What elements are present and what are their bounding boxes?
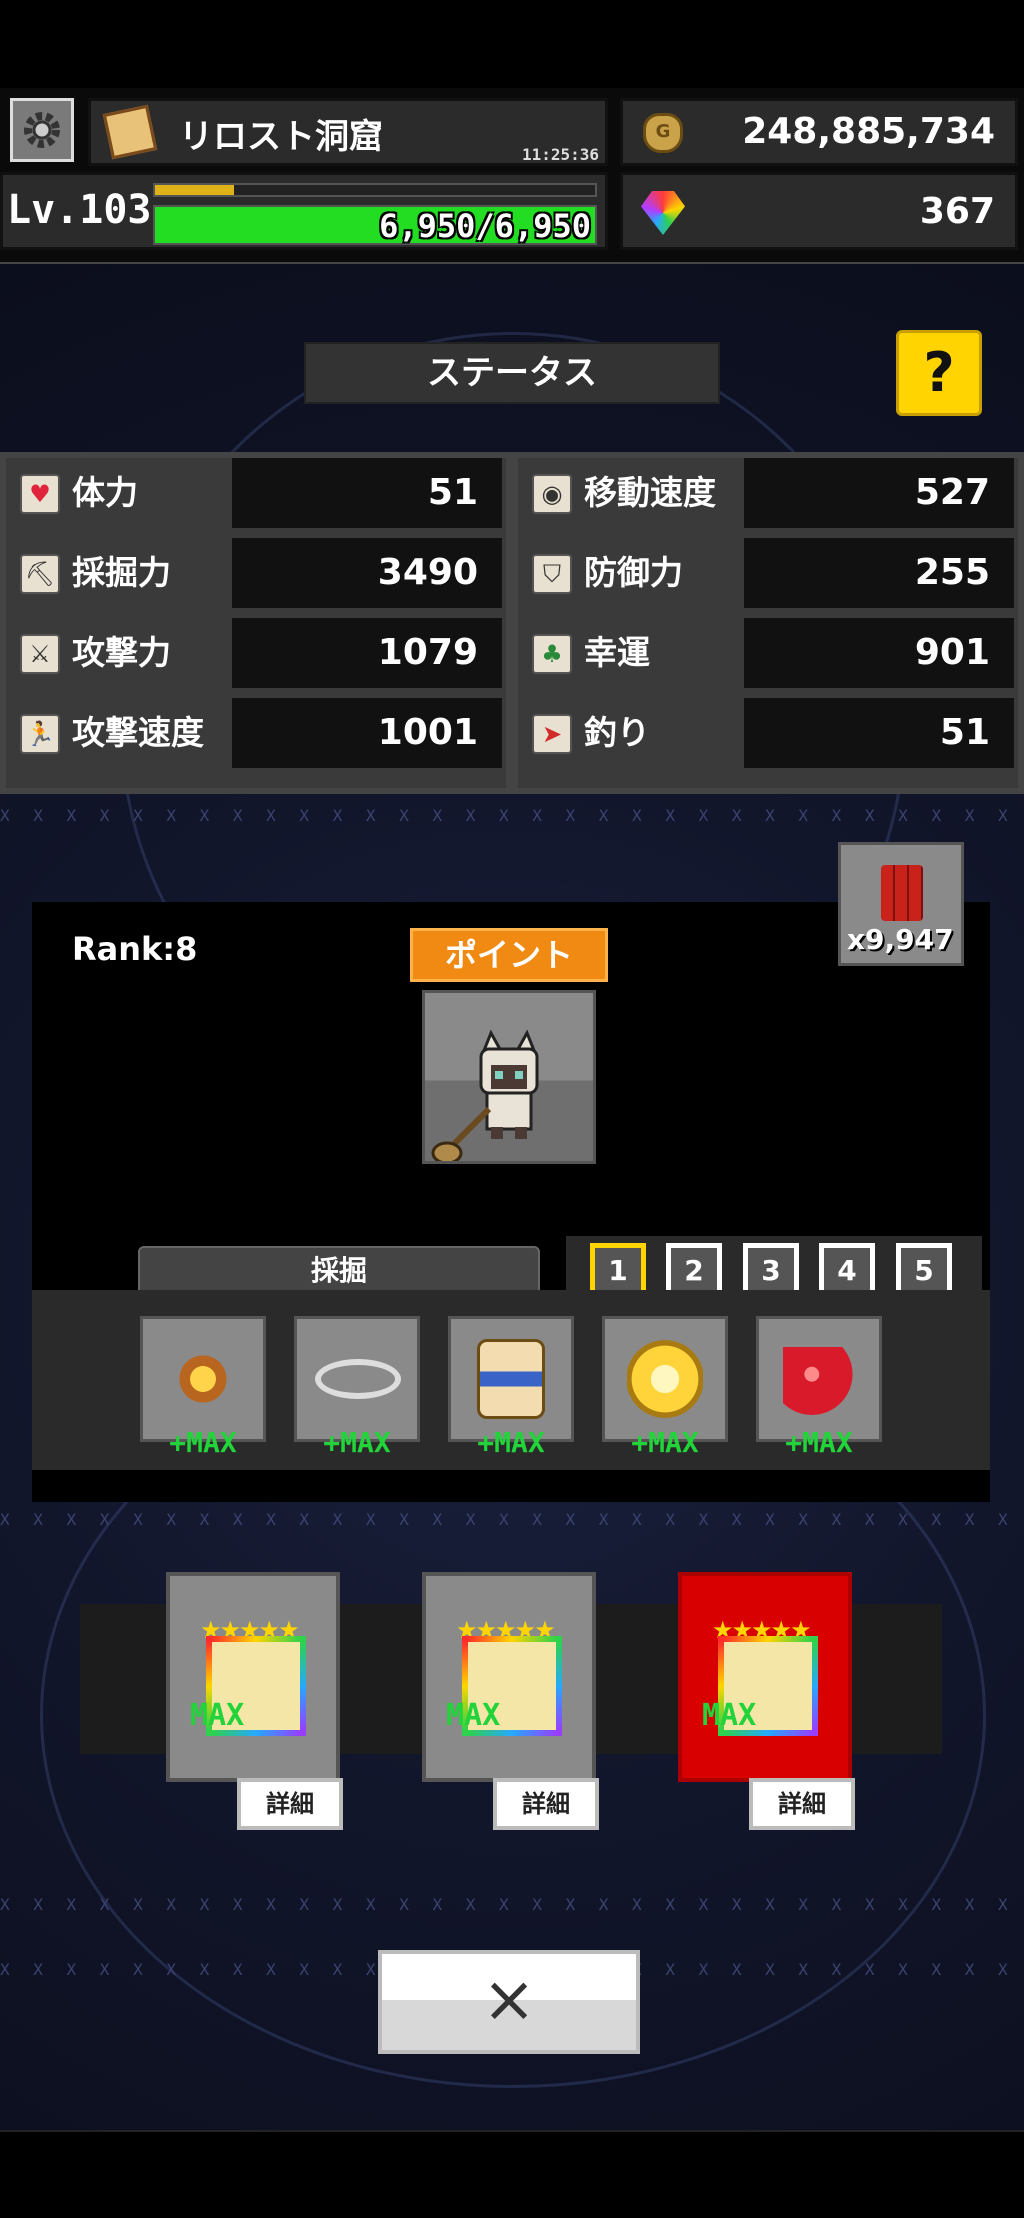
- stat-value: 1001: [232, 698, 502, 768]
- tool-max-label: MAX: [190, 1698, 245, 1733]
- level-panel: Lv.103 6,950/6,950: [0, 172, 608, 250]
- cat-character-icon: [431, 1029, 539, 1165]
- clover-icon: ♣: [532, 634, 572, 674]
- bg-pattern: X X X X X X X X X X X X X X X X X X X X …: [0, 1510, 1024, 1529]
- bg-pattern: X X X X X X X X X X X X X X X X X X X X …: [0, 806, 1024, 825]
- gem-icon: [641, 191, 685, 235]
- clock-time: 11:25:36: [521, 145, 599, 164]
- close-button[interactable]: ×: [378, 1950, 640, 2054]
- detail-button-3[interactable]: 詳細: [749, 1778, 855, 1830]
- stat-label: 移動速度: [584, 473, 716, 512]
- gear-icon: [24, 112, 60, 148]
- location-name: リロスト洞窟: [179, 117, 383, 157]
- stat-value: 51: [232, 458, 502, 528]
- stat-value: 527: [744, 458, 1014, 528]
- equipment-slot-3[interactable]: [448, 1316, 574, 1442]
- fish-icon: ➤: [532, 714, 572, 754]
- equipment-max-label: +MAX: [631, 1426, 699, 1459]
- tool-card-1[interactable]: ★★★★★ MAX: [166, 1572, 340, 1782]
- pickaxe-icon: ⛏: [20, 554, 60, 594]
- cake-bag-icon: [477, 1339, 545, 1419]
- map-icon: [102, 104, 158, 160]
- stat-label: 釣り: [584, 713, 650, 752]
- stat-row-luck: ♣ 幸運 901: [518, 618, 1018, 688]
- detail-button-1[interactable]: 詳細: [237, 1778, 343, 1830]
- detail-button-2[interactable]: 詳細: [493, 1778, 599, 1830]
- location-panel: リロスト洞窟 11:25:36: [88, 98, 608, 166]
- stat-label: 幸運: [584, 633, 650, 672]
- xp-bar: [153, 183, 597, 197]
- gold-bag-icon: G: [643, 113, 683, 153]
- tool-card-3-selected[interactable]: ★★★★★ MAX: [678, 1572, 852, 1782]
- bg-pattern: X X X X X X X X X X X X X X X X X X X X …: [0, 1895, 1024, 1914]
- dynamite-icon: [881, 865, 923, 921]
- stat-label: 採掘力: [72, 553, 171, 592]
- status-grid: ♥ 体力 51 ⛏ 採掘力 3490 ⚔ 攻撃力 1079 🏃 攻撃速度 100…: [0, 452, 1024, 794]
- equipment-slot-2[interactable]: [294, 1316, 420, 1442]
- stat-value: 51: [744, 698, 1014, 768]
- rank-label: Rank:8: [72, 930, 198, 968]
- gold-panel: G 248,885,734: [620, 98, 1018, 166]
- compass-gem-icon: [173, 1349, 233, 1409]
- equipment-max-label: +MAX: [477, 1426, 545, 1459]
- equipment-max-label: +MAX: [169, 1426, 237, 1459]
- status-left-panel: ♥ 体力 51 ⛏ 採掘力 3490 ⚔ 攻撃力 1079 🏃 攻撃速度 100…: [6, 458, 506, 788]
- stat-row-move-speed: ◉ 移動速度 527: [518, 458, 1018, 528]
- stat-row-attack-speed: 🏃 攻撃速度 1001: [6, 698, 506, 768]
- wing-necklace-icon: [315, 1359, 401, 1399]
- category-label: 採掘: [138, 1246, 540, 1296]
- settings-button[interactable]: [10, 98, 74, 162]
- stat-row-fishing: ➤ 釣り 51: [518, 698, 1018, 768]
- stat-value: 1079: [232, 618, 502, 688]
- shield-icon: ⛉: [532, 554, 572, 594]
- equipment-max-label: +MAX: [323, 1426, 391, 1459]
- help-button[interactable]: ?: [896, 330, 982, 416]
- stat-label: 攻撃力: [72, 633, 171, 672]
- sword-icon: ⚔: [20, 634, 60, 674]
- status-right-panel: ◉ 移動速度 527 ⛉ 防御力 255 ♣ 幸運 901 ➤ 釣り 51: [518, 458, 1018, 788]
- character-portrait: [422, 990, 596, 1165]
- red-apple-icon: [783, 1347, 855, 1415]
- xp-bar-fill: [155, 185, 235, 195]
- gem-amount: 367: [919, 191, 995, 232]
- golden-ring-icon: [627, 1339, 703, 1419]
- level-label: Lv.103: [7, 187, 152, 233]
- bottom-bar: [0, 2130, 1024, 2218]
- equipment-slot-4[interactable]: [602, 1316, 728, 1442]
- compass-icon: ◉: [532, 474, 572, 514]
- stat-label: 防御力: [584, 553, 683, 592]
- stat-row-mining: ⛏ 採掘力 3490: [6, 538, 506, 608]
- gem-panel: 367: [620, 172, 1018, 250]
- stat-row-attack: ⚔ 攻撃力 1079: [6, 618, 506, 688]
- hp-value: 6,950/6,950: [379, 207, 591, 245]
- tool-max-label: MAX: [446, 1698, 501, 1733]
- equipment-slot-5[interactable]: [756, 1316, 882, 1442]
- stat-row-hp: ♥ 体力 51: [6, 458, 506, 528]
- equipment-max-label: +MAX: [785, 1426, 853, 1459]
- tool-max-label: MAX: [702, 1698, 757, 1733]
- stat-label: 攻撃速度: [72, 713, 204, 752]
- stat-value: 3490: [232, 538, 502, 608]
- status-title: ステータス: [304, 342, 720, 404]
- heart-icon: ♥: [20, 474, 60, 514]
- runner-icon: 🏃: [20, 714, 60, 754]
- gold-amount: 248,885,734: [742, 111, 995, 152]
- dynamite-count: x9,947: [847, 923, 954, 956]
- stat-label: 体力: [72, 473, 138, 512]
- tool-card-2[interactable]: ★★★★★ MAX: [422, 1572, 596, 1782]
- equipment-slot-1[interactable]: [140, 1316, 266, 1442]
- stat-value: 901: [744, 618, 1014, 688]
- hp-bar: 6,950/6,950: [153, 205, 597, 245]
- dynamite-item[interactable]: x9,947: [838, 842, 964, 966]
- stat-row-defense: ⛉ 防御力 255: [518, 538, 1018, 608]
- point-button[interactable]: ポイント: [410, 928, 608, 982]
- stat-value: 255: [744, 538, 1014, 608]
